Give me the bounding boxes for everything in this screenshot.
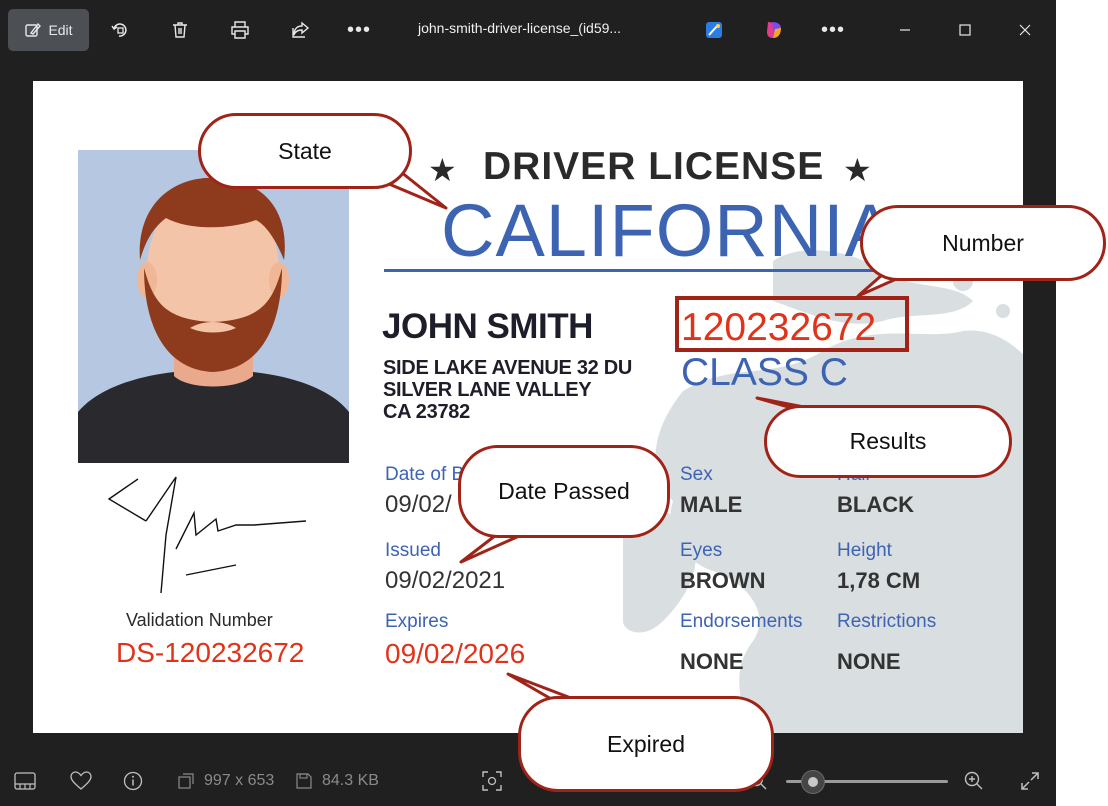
callout-state: State (198, 113, 412, 189)
callout-date-passed: Date Passed (458, 445, 670, 538)
callout-results: Results (764, 405, 1012, 478)
callout-expired: Expired (518, 696, 774, 792)
callout-number: Number (860, 205, 1106, 281)
callout-tails (368, 166, 914, 706)
